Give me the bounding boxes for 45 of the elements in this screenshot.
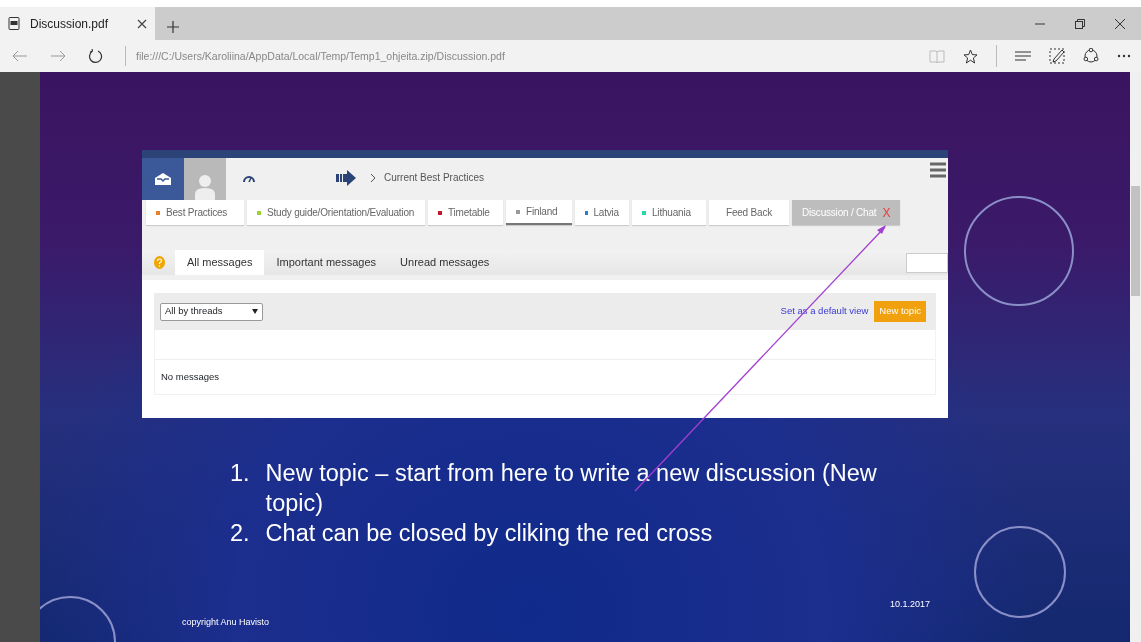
- profile-tile[interactable]: [184, 158, 226, 200]
- arrow-icon: [336, 170, 356, 186]
- step-text: New topic – start from here to write a new discussion (New topic): [265, 459, 878, 518]
- new-tab-icon[interactable]: [167, 21, 179, 33]
- menu-tab[interactable]: Feed Back: [709, 200, 789, 225]
- star-icon[interactable]: [963, 48, 978, 64]
- chevron-icon: [370, 173, 376, 183]
- step-number: 2.: [230, 519, 250, 548]
- menu-tab[interactable]: Latvia: [575, 200, 629, 225]
- menu-lines-icon[interactable]: [1015, 51, 1031, 61]
- menu-tab[interactable]: Best Practices: [146, 200, 244, 225]
- tab-title: Discussion.pdf: [30, 15, 109, 33]
- inbox-icon: [154, 172, 172, 186]
- menu-tab[interactable]: Timetable: [428, 200, 503, 225]
- threads-dropdown[interactable]: All by threads: [160, 302, 263, 321]
- close-icon[interactable]: [137, 18, 147, 29]
- message-tab[interactable]: All messages: [175, 250, 265, 275]
- refresh-icon[interactable]: [88, 48, 103, 64]
- step-number: 1.: [230, 459, 250, 488]
- back-icon[interactable]: [12, 50, 28, 62]
- close-icon[interactable]: [1115, 18, 1125, 29]
- browser-tab[interactable]: Discussion.pdf: [0, 7, 155, 40]
- menu-tab[interactable]: Finland: [506, 200, 572, 225]
- step-text: Chat can be closed by cliking the red cross: [265, 519, 713, 548]
- pdf-file-icon: [8, 17, 20, 30]
- caret-icon: [252, 309, 258, 314]
- breadcrumb: Current Best Practices: [384, 171, 485, 185]
- date-text: 10.1.2017: [889, 597, 930, 611]
- more-icon[interactable]: [1117, 54, 1131, 58]
- scrollbar[interactable]: [1130, 72, 1141, 642]
- search-field[interactable]: [906, 252, 948, 273]
- restore-icon[interactable]: [1075, 18, 1085, 29]
- gauge-icon[interactable]: [242, 174, 256, 183]
- copyright-text: copyright Anu Havisto: [182, 615, 270, 629]
- menu-tab[interactable]: Lithuania: [632, 200, 706, 225]
- message-tab[interactable]: Unread messages: [388, 250, 502, 275]
- pen-note-icon[interactable]: [1049, 48, 1065, 64]
- forward-icon[interactable]: [50, 50, 66, 62]
- message-tab[interactable]: Important messages: [264, 250, 389, 275]
- inbox-tile[interactable]: [142, 158, 184, 200]
- tab-label: Discussion / Chat: [802, 206, 877, 220]
- share-icon[interactable]: [1083, 48, 1099, 64]
- empty-message: No messages: [154, 360, 936, 396]
- menu-tab[interactable]: Study guide/Orientation/Evaluation: [247, 200, 425, 225]
- user-silhouette-icon: [195, 174, 215, 200]
